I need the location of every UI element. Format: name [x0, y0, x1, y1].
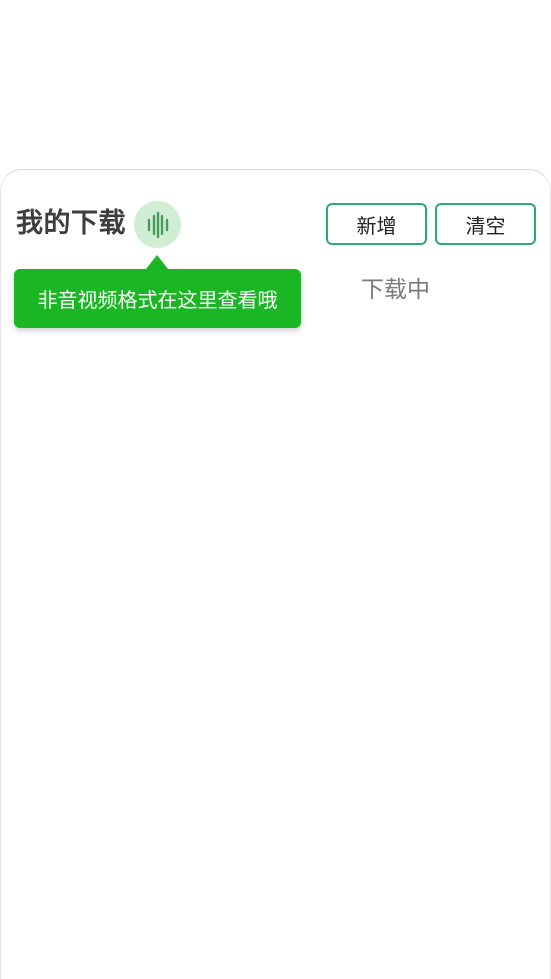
page-title: 我的下载: [16, 208, 126, 239]
audio-wave-icon: [147, 211, 168, 238]
clear-button[interactable]: 清空: [435, 203, 536, 245]
tooltip-arrow: [146, 255, 168, 269]
tab-downloading[interactable]: 下载中: [361, 274, 430, 306]
add-button[interactable]: 新增: [326, 203, 427, 245]
downloads-page: 我的下载 新增 清空 非音视频格式在这里查看哦 下载中: [0, 0, 551, 979]
hint-tooltip[interactable]: 非音视频格式在这里查看哦: [14, 269, 301, 328]
audio-wave-button[interactable]: [134, 201, 181, 248]
